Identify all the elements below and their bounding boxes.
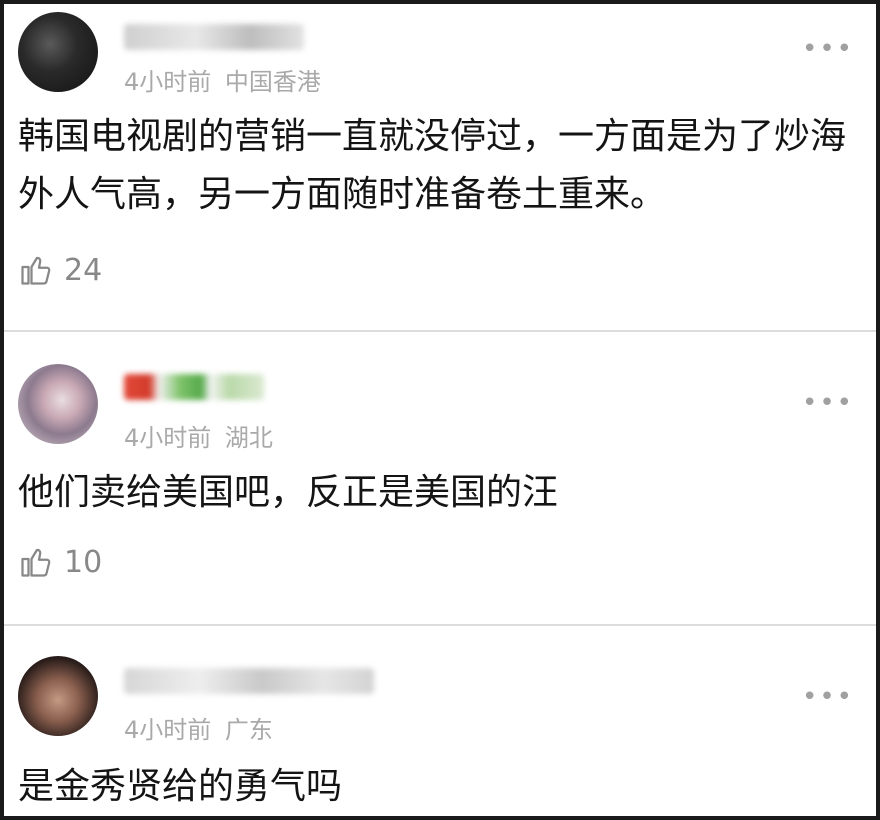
comment-text: 韩国电视剧的营销一直就没停过，一方面是为了炒海外人气高，另一方面随时准备卷土重来… [18,116,847,215]
like-button[interactable]: 10 [18,544,102,580]
more-icon[interactable]: ••• [802,34,854,64]
avatar[interactable] [18,656,98,736]
comment-list: 4小时前 中国香港 ••• 韩国电视剧的营销一直就没停过，一方面是为了炒海外人气… [0,0,880,820]
comment-text: 他们卖给美国吧，反正是美国的汪 [18,472,559,513]
avatar[interactable] [18,364,98,444]
comment-location: 中国香港 [224,68,321,96]
thumb-up-icon [21,256,51,285]
like-button[interactable]: 24 [18,252,102,288]
avatar[interactable] [18,12,98,92]
like-count: 10 [64,544,103,580]
comment-item: 4小时前 湖北 ••• 他们卖给美国吧，反正是美国的汪 10 [4,332,876,624]
comment-text: 是金秀贤给的勇气吗 [18,766,343,807]
comment-item: 4小时前 广东 ••• 是金秀贤给的勇气吗 [4,626,876,816]
comment-time: 4小时前 [124,424,212,452]
like-count: 24 [64,252,103,288]
comment-time: 4小时前 [124,68,212,96]
comment-meta: 4小时前 中国香港 [124,62,321,97]
comment-time: 4小时前 [124,716,212,744]
more-icon[interactable]: ••• [802,388,854,418]
comment-meta: 4小时前 广东 [124,710,273,745]
thumb-up-icon [21,548,51,577]
username-blurred[interactable] [124,24,304,50]
comment-meta: 4小时前 湖北 [124,418,273,453]
comment-item: 4小时前 中国香港 ••• 韩国电视剧的营销一直就没停过，一方面是为了炒海外人气… [4,4,876,330]
comment-location: 广东 [224,716,273,744]
username-blurred[interactable] [124,668,374,694]
username-blurred[interactable] [124,374,264,400]
comment-location: 湖北 [224,424,273,452]
more-icon[interactable]: ••• [802,682,854,712]
